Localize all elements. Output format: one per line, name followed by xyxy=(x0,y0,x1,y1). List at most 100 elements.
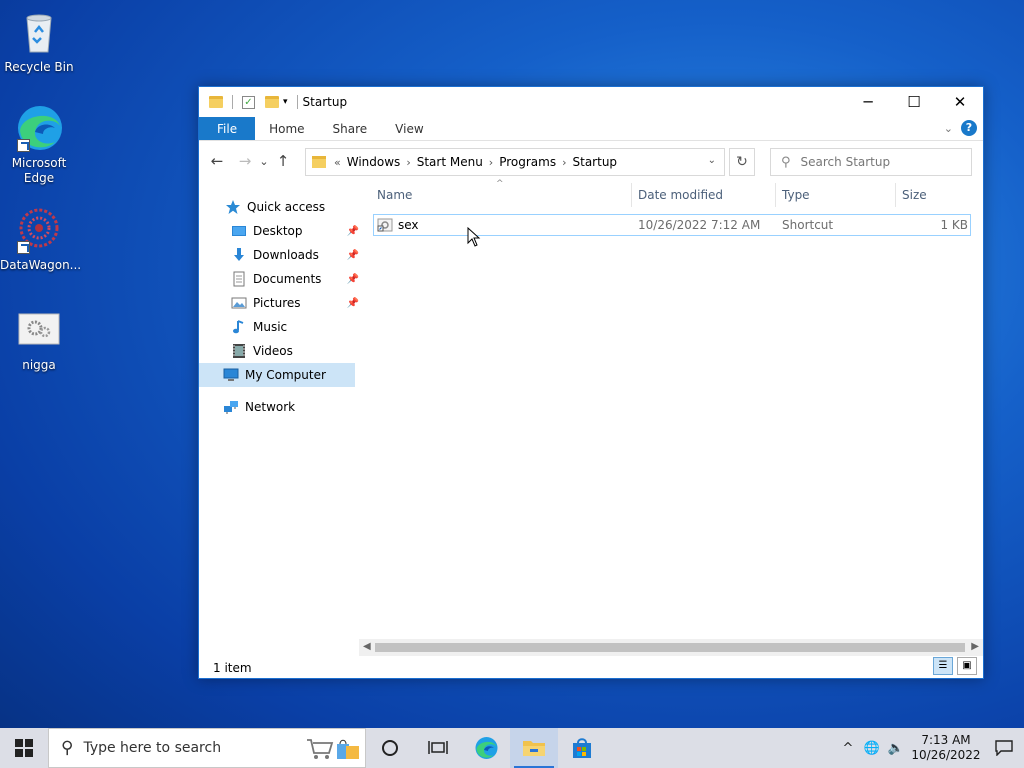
shopping-bags-icon xyxy=(335,737,361,765)
title-bar[interactable]: ✓ ▾ Startup ─ ☐ ✕ xyxy=(199,87,983,117)
taskbar-store-button[interactable] xyxy=(558,728,606,768)
file-explorer-icon xyxy=(523,741,545,756)
sidebar-item-pictures[interactable]: Pictures 📌 xyxy=(231,291,359,315)
taskbar-file-explorer-button[interactable] xyxy=(510,728,558,768)
cortana-button[interactable] xyxy=(366,728,414,768)
breadcrumb-startup[interactable]: Startup xyxy=(573,155,618,169)
tab-home[interactable]: Home xyxy=(255,117,318,140)
maximize-button[interactable]: ☐ xyxy=(891,87,937,117)
folder-icon xyxy=(209,96,223,108)
help-icon[interactable]: ? xyxy=(961,120,977,136)
column-header-date-modified[interactable]: Date modified xyxy=(638,183,778,207)
datawagon-icon xyxy=(15,206,63,254)
start-button[interactable] xyxy=(0,728,48,768)
sidebar-item-label: Videos xyxy=(253,344,293,358)
taskbar-edge-button[interactable] xyxy=(462,728,510,768)
breadcrumb-windows[interactable]: Windows xyxy=(347,155,401,169)
breadcrumb-programs[interactable]: Programs xyxy=(499,155,556,169)
horizontal-scrollbar[interactable]: ◀ ▶ xyxy=(359,639,983,656)
scroll-left-icon[interactable]: ◀ xyxy=(363,641,371,652)
pin-icon[interactable]: 📌 xyxy=(347,226,359,237)
desktop-icon-recycle-bin[interactable]: Recycle Bin xyxy=(0,8,78,75)
recent-locations-icon[interactable]: ⌄ xyxy=(257,155,271,168)
sidebar-item-my-computer[interactable]: My Computer xyxy=(199,363,355,387)
notification-icon xyxy=(995,740,1013,756)
breadcrumb-separator[interactable]: › xyxy=(489,156,493,169)
forward-button[interactable]: → xyxy=(233,152,257,170)
navigation-bar: ← → ⌄ ↑ « Windows › Start Menu › Program… xyxy=(199,141,983,181)
task-view-button[interactable] xyxy=(414,728,462,768)
file-shortcut-icon xyxy=(377,217,393,236)
large-icons-view-icon[interactable]: ▣ xyxy=(957,657,977,675)
desktop-icon-label: nigga xyxy=(22,358,56,372)
computer-icon xyxy=(223,367,239,383)
column-divider[interactable] xyxy=(895,183,896,207)
back-button[interactable]: ← xyxy=(205,152,229,170)
sidebar-item-downloads[interactable]: Downloads 📌 xyxy=(231,243,359,267)
tab-file[interactable]: File xyxy=(199,117,256,140)
clock-time: 7:13 AM xyxy=(921,733,971,747)
tab-share[interactable]: Share xyxy=(319,117,382,140)
pin-icon[interactable]: 📌 xyxy=(347,250,359,261)
desktop-icon-settings-file[interactable]: nigga xyxy=(0,306,78,373)
pin-icon[interactable]: 📌 xyxy=(347,298,359,309)
breadcrumb-separator[interactable]: › xyxy=(562,156,566,169)
taskbar-search-input[interactable]: Type here to search xyxy=(83,740,221,756)
pictures-icon xyxy=(231,295,247,311)
quick-access-toolbar: ✓ ▾ xyxy=(199,95,303,109)
details-view-icon[interactable]: ☰ xyxy=(933,657,953,675)
column-header-type[interactable]: Type xyxy=(782,183,892,207)
close-button[interactable]: ✕ xyxy=(937,87,983,117)
star-icon xyxy=(225,199,241,215)
up-button[interactable]: ↑ xyxy=(271,152,295,170)
breadcrumb-overflow[interactable]: « xyxy=(334,156,341,169)
customize-toolbar-dropdown-icon[interactable]: ▾ xyxy=(283,97,288,107)
sidebar-item-documents[interactable]: Documents 📌 xyxy=(231,267,359,291)
search-input[interactable]: Search Startup xyxy=(801,155,891,169)
column-divider[interactable] xyxy=(775,183,776,207)
scroll-right-icon[interactable]: ▶ xyxy=(971,641,979,652)
properties-icon[interactable]: ✓ xyxy=(242,95,255,109)
address-bar[interactable]: « Windows › Start Menu › Programs › Star… xyxy=(305,148,725,176)
tab-view[interactable]: View xyxy=(381,117,437,140)
desktop-icon-edge[interactable]: Microsoft Edge xyxy=(0,104,78,186)
clock[interactable]: 7:13 AM 10/26/2022 xyxy=(908,733,984,763)
sidebar-item-quick-access[interactable]: Quick access xyxy=(225,195,325,219)
minimize-button[interactable]: ─ xyxy=(845,87,891,117)
breadcrumb-start-menu[interactable]: Start Menu xyxy=(417,155,483,169)
sidebar-item-label: Downloads xyxy=(253,248,319,262)
settings-file-icon xyxy=(15,306,63,354)
taskbar-search-box[interactable]: ⚲ Type here to search xyxy=(48,728,366,768)
action-center-button[interactable] xyxy=(984,740,1024,756)
show-hidden-icons-chevron-icon[interactable]: ^ xyxy=(836,741,860,756)
expand-ribbon-icon[interactable]: ⌄ xyxy=(944,122,953,135)
sidebar-item-network[interactable]: Network xyxy=(223,395,295,419)
search-box[interactable]: ⚲ Search Startup xyxy=(770,148,972,176)
column-header-size[interactable]: Size xyxy=(902,183,972,207)
file-name[interactable]: sex xyxy=(398,218,419,232)
column-divider[interactable] xyxy=(631,183,632,207)
separator xyxy=(232,95,233,109)
edge-icon xyxy=(15,104,63,152)
desktop-icon-label: Microsoft Edge xyxy=(11,156,67,185)
sidebar-item-videos[interactable]: Videos xyxy=(231,339,293,363)
navigation-pane: Quick access Desktop 📌 Downloads 📌 Docum… xyxy=(199,183,359,637)
breadcrumb-separator[interactable]: › xyxy=(406,156,410,169)
desktop-icon-datawagon[interactable]: DataWagon... xyxy=(0,206,82,273)
address-dropdown-icon[interactable]: ⌄ xyxy=(708,155,716,166)
volume-icon[interactable]: 🔈 xyxy=(884,741,908,756)
network-globe-icon[interactable]: 🌐 xyxy=(860,741,884,756)
sidebar-item-desktop[interactable]: Desktop 📌 xyxy=(231,219,359,243)
sidebar-item-label: Desktop xyxy=(253,224,303,238)
pin-icon[interactable]: 📌 xyxy=(347,274,359,285)
desktop-icon-label: DataWagon... xyxy=(0,258,82,272)
folder-icon xyxy=(312,156,326,168)
refresh-button[interactable]: ↻ xyxy=(729,148,755,176)
new-folder-icon[interactable] xyxy=(265,96,279,108)
file-size: 1 KB xyxy=(940,218,968,232)
sidebar-item-music[interactable]: Music xyxy=(231,315,287,339)
scrollbar-thumb[interactable] xyxy=(375,643,965,652)
desktop-icon-label: Recycle Bin xyxy=(4,60,74,74)
shortcut-arrow-icon xyxy=(17,241,30,254)
column-header-name[interactable]: Name xyxy=(377,183,627,207)
